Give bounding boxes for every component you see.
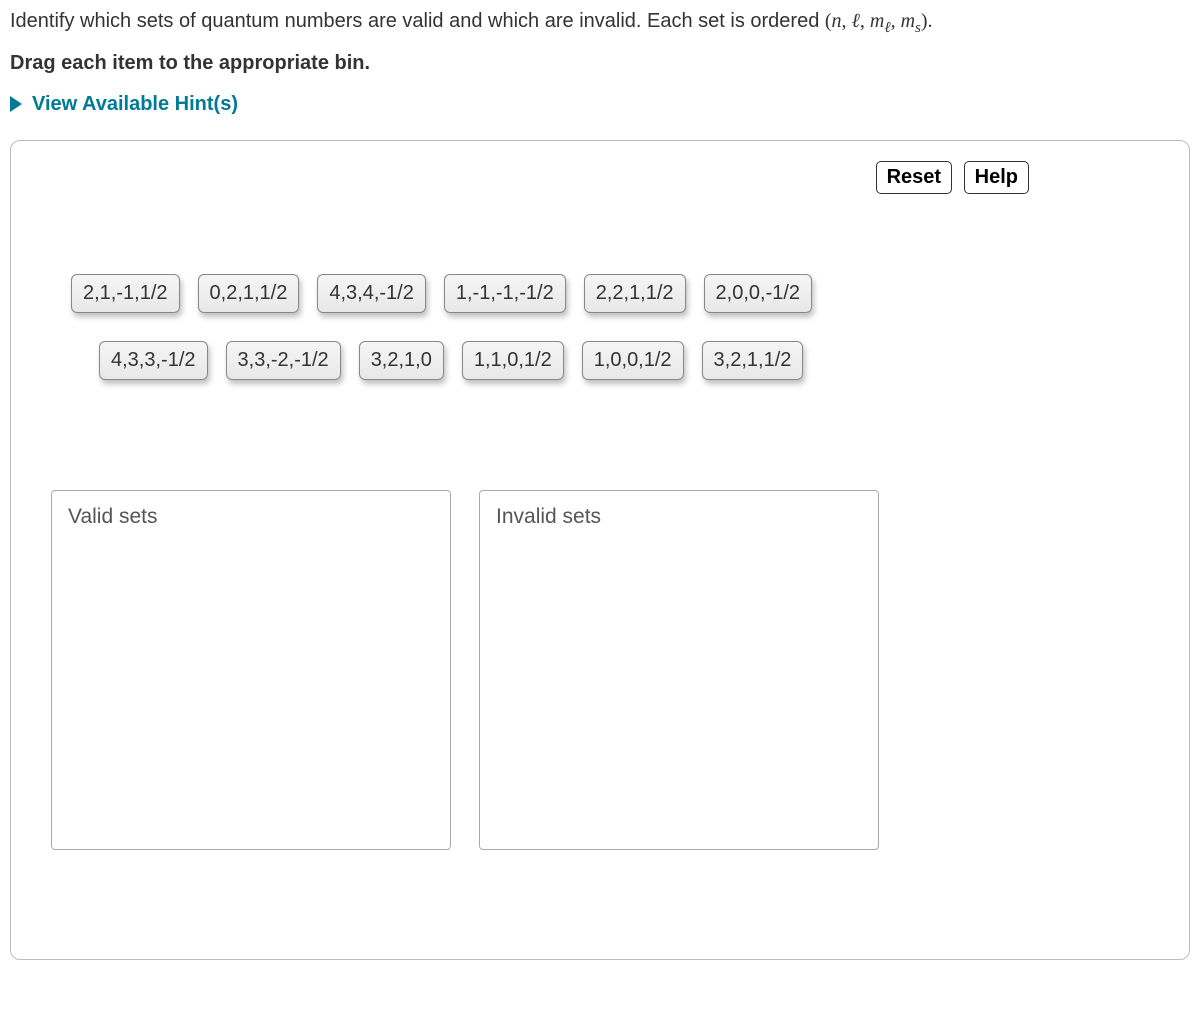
button-row: Reset Help	[51, 161, 1149, 194]
drag-instruction: Drag each item to the appropriate bin.	[10, 52, 1190, 75]
items-pool: 2,1,-1,1/2 0,2,1,1/2 4,3,4,-1/2 1,-1,-1,…	[71, 274, 1149, 380]
drag-item[interactable]: 2,2,1,1/2	[584, 274, 686, 313]
bins-area: Valid sets Invalid sets	[51, 490, 1149, 850]
drag-item[interactable]: 2,0,0,-1/2	[704, 274, 813, 313]
question-prefix: Identify which sets of quantum numbers a…	[10, 10, 825, 32]
exercise-container: Identify which sets of quantum numbers a…	[0, 0, 1200, 970]
ordered-tuple: (n, ℓ, mℓ, ms).	[825, 10, 933, 32]
bin-invalid-label: Invalid sets	[496, 505, 862, 529]
drag-item[interactable]: 4,3,3,-1/2	[99, 341, 208, 380]
drag-item[interactable]: 0,2,1,1/2	[198, 274, 300, 313]
hints-label: View Available Hint(s)	[32, 93, 238, 116]
drag-item[interactable]: 3,3,-2,-1/2	[226, 341, 341, 380]
drag-item[interactable]: 3,2,1,0	[359, 341, 444, 380]
help-button[interactable]: Help	[964, 161, 1029, 194]
drag-item[interactable]: 1,0,0,1/2	[582, 341, 684, 380]
bin-valid[interactable]: Valid sets	[51, 490, 451, 850]
triangle-right-icon	[10, 96, 22, 112]
question-text: Identify which sets of quantum numbers a…	[10, 6, 1190, 40]
bin-invalid[interactable]: Invalid sets	[479, 490, 879, 850]
item-row-1: 2,1,-1,1/2 0,2,1,1/2 4,3,4,-1/2 1,-1,-1,…	[71, 274, 1149, 313]
work-area: Reset Help 2,1,-1,1/2 0,2,1,1/2 4,3,4,-1…	[10, 140, 1190, 960]
bin-valid-label: Valid sets	[68, 505, 434, 529]
view-hints-toggle[interactable]: View Available Hint(s)	[10, 93, 238, 116]
drag-item[interactable]: 3,2,1,1/2	[702, 341, 804, 380]
reset-button[interactable]: Reset	[876, 161, 952, 194]
drag-item[interactable]: 1,1,0,1/2	[462, 341, 564, 380]
drag-item[interactable]: 1,-1,-1,-1/2	[444, 274, 566, 313]
drag-item[interactable]: 2,1,-1,1/2	[71, 274, 180, 313]
item-row-2: 4,3,3,-1/2 3,3,-2,-1/2 3,2,1,0 1,1,0,1/2…	[99, 341, 1149, 380]
drag-item[interactable]: 4,3,4,-1/2	[317, 274, 426, 313]
